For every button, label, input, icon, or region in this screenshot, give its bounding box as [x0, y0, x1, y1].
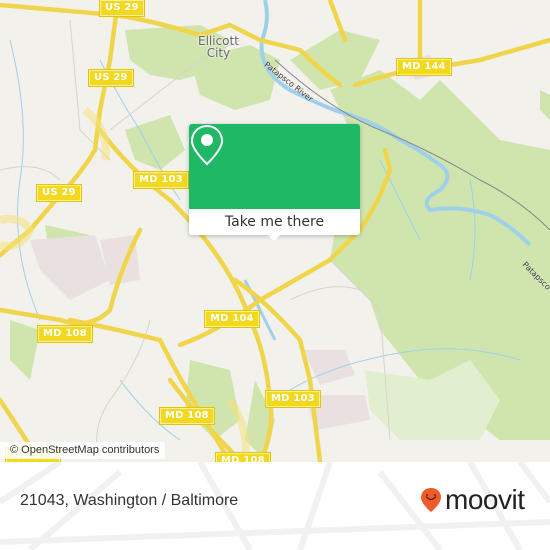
road-shield-md108: MD 108 — [37, 325, 93, 343]
map-view[interactable]: Ellicott City Patapsco River Patapsco US… — [0, 0, 550, 462]
road-shield-md144: MD 144 — [396, 58, 452, 76]
map-pin-icon — [190, 124, 224, 166]
take-me-there-button[interactable]: Take me there — [189, 209, 360, 235]
footer-bar: 21043, Washington / Baltimore moovit — [0, 462, 550, 550]
popup-header — [189, 124, 360, 209]
road-shield-us29: US 29 — [99, 0, 145, 17]
road-shield-md103: MD 103 — [265, 390, 321, 408]
road-shield-md103: MD 103 — [133, 171, 189, 189]
moovit-logo-text: moovit — [445, 484, 525, 515]
location-title: 21043, Washington / Baltimore — [20, 492, 239, 509]
road-shield-us29: US 29 — [88, 69, 134, 87]
road-shield-us29: US 29 — [36, 184, 82, 202]
road-shield-md108: MD 108 — [159, 407, 215, 425]
place-name-line2: City — [206, 46, 231, 60]
place-label-ellicott-city: Ellicott City — [198, 35, 239, 59]
moovit-smiley-pin-icon — [421, 488, 441, 512]
location-popup: Take me there — [189, 124, 360, 241]
map-attribution[interactable]: © OpenStreetMap contributors — [0, 442, 166, 459]
road-shield-md108: MD 108 — [215, 452, 271, 462]
road-shield-md104: MD 104 — [204, 310, 260, 328]
moovit-logo[interactable]: moovit — [420, 484, 525, 515]
popup-pointer — [267, 234, 281, 241]
